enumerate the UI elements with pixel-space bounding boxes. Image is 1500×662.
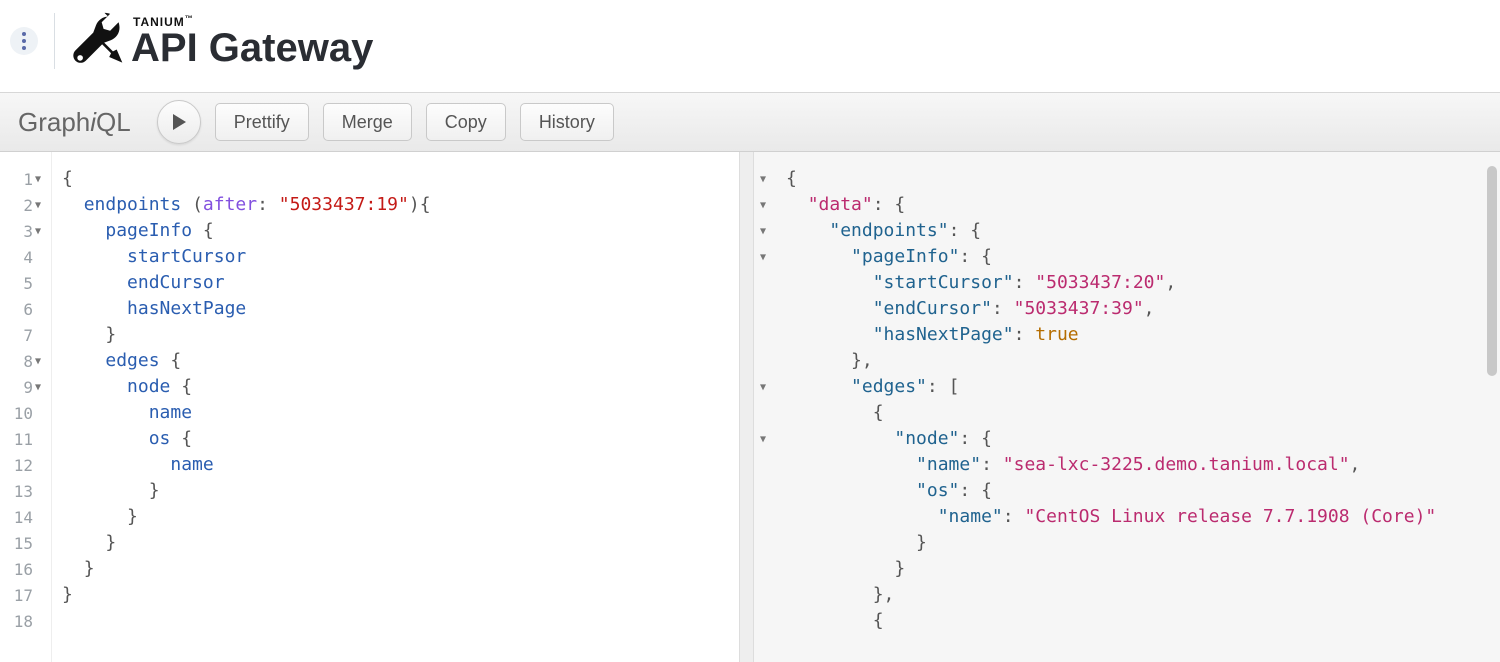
brand-product: API Gateway: [131, 28, 373, 68]
copy-button[interactable]: Copy: [426, 103, 506, 141]
menu-button[interactable]: [10, 27, 38, 55]
history-button[interactable]: History: [520, 103, 614, 141]
editor-area: 1▼ 2▼ 3▼ 4 5 6 7 8▼ 9▼ 10 11 12 13 14 15…: [0, 152, 1500, 662]
app-header: TANIUM™ API Gateway: [0, 0, 1500, 92]
query-gutter: 1▼ 2▼ 3▼ 4 5 6 7 8▼ 9▼ 10 11 12 13 14 15…: [0, 152, 52, 662]
query-code[interactable]: { endpoints (after: "5033437:19"){ pageI…: [52, 152, 739, 662]
graphiql-logo: GraphiQL: [18, 107, 131, 138]
merge-button[interactable]: Merge: [323, 103, 412, 141]
result-pane[interactable]: ▼ ▼ ▼ ▼ ▼ ▼ { "data": { "endpoints": { "…: [754, 152, 1500, 662]
header-divider: [54, 13, 55, 69]
play-icon: [171, 113, 187, 131]
run-button[interactable]: [157, 100, 201, 144]
prettify-button[interactable]: Prettify: [215, 103, 309, 141]
result-gutter: ▼ ▼ ▼ ▼ ▼ ▼: [754, 152, 776, 662]
wrench-icon: [67, 11, 127, 71]
graphiql-toolbar: GraphiQL Prettify Merge Copy History: [0, 92, 1500, 152]
result-code: { "data": { "endpoints": { "pageInfo": {…: [776, 152, 1500, 662]
pane-splitter[interactable]: [740, 152, 754, 662]
query-pane[interactable]: 1▼ 2▼ 3▼ 4 5 6 7 8▼ 9▼ 10 11 12 13 14 15…: [0, 152, 740, 662]
brand: TANIUM™ API Gateway: [67, 11, 373, 71]
scrollbar-thumb[interactable]: [1487, 166, 1497, 376]
